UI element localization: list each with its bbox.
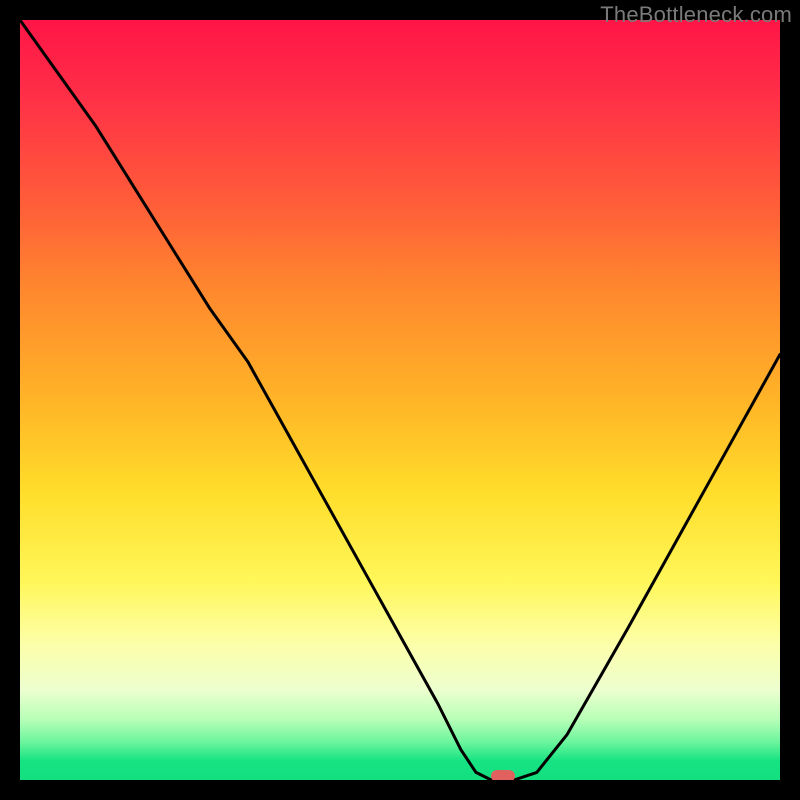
x-axis — [20, 780, 780, 782]
chart-frame: TheBottleneck.com — [0, 0, 800, 800]
optimal-marker — [491, 770, 515, 780]
bottleneck-curve — [20, 20, 780, 780]
watermark-text: TheBottleneck.com — [600, 2, 792, 28]
plot-area — [20, 20, 780, 780]
